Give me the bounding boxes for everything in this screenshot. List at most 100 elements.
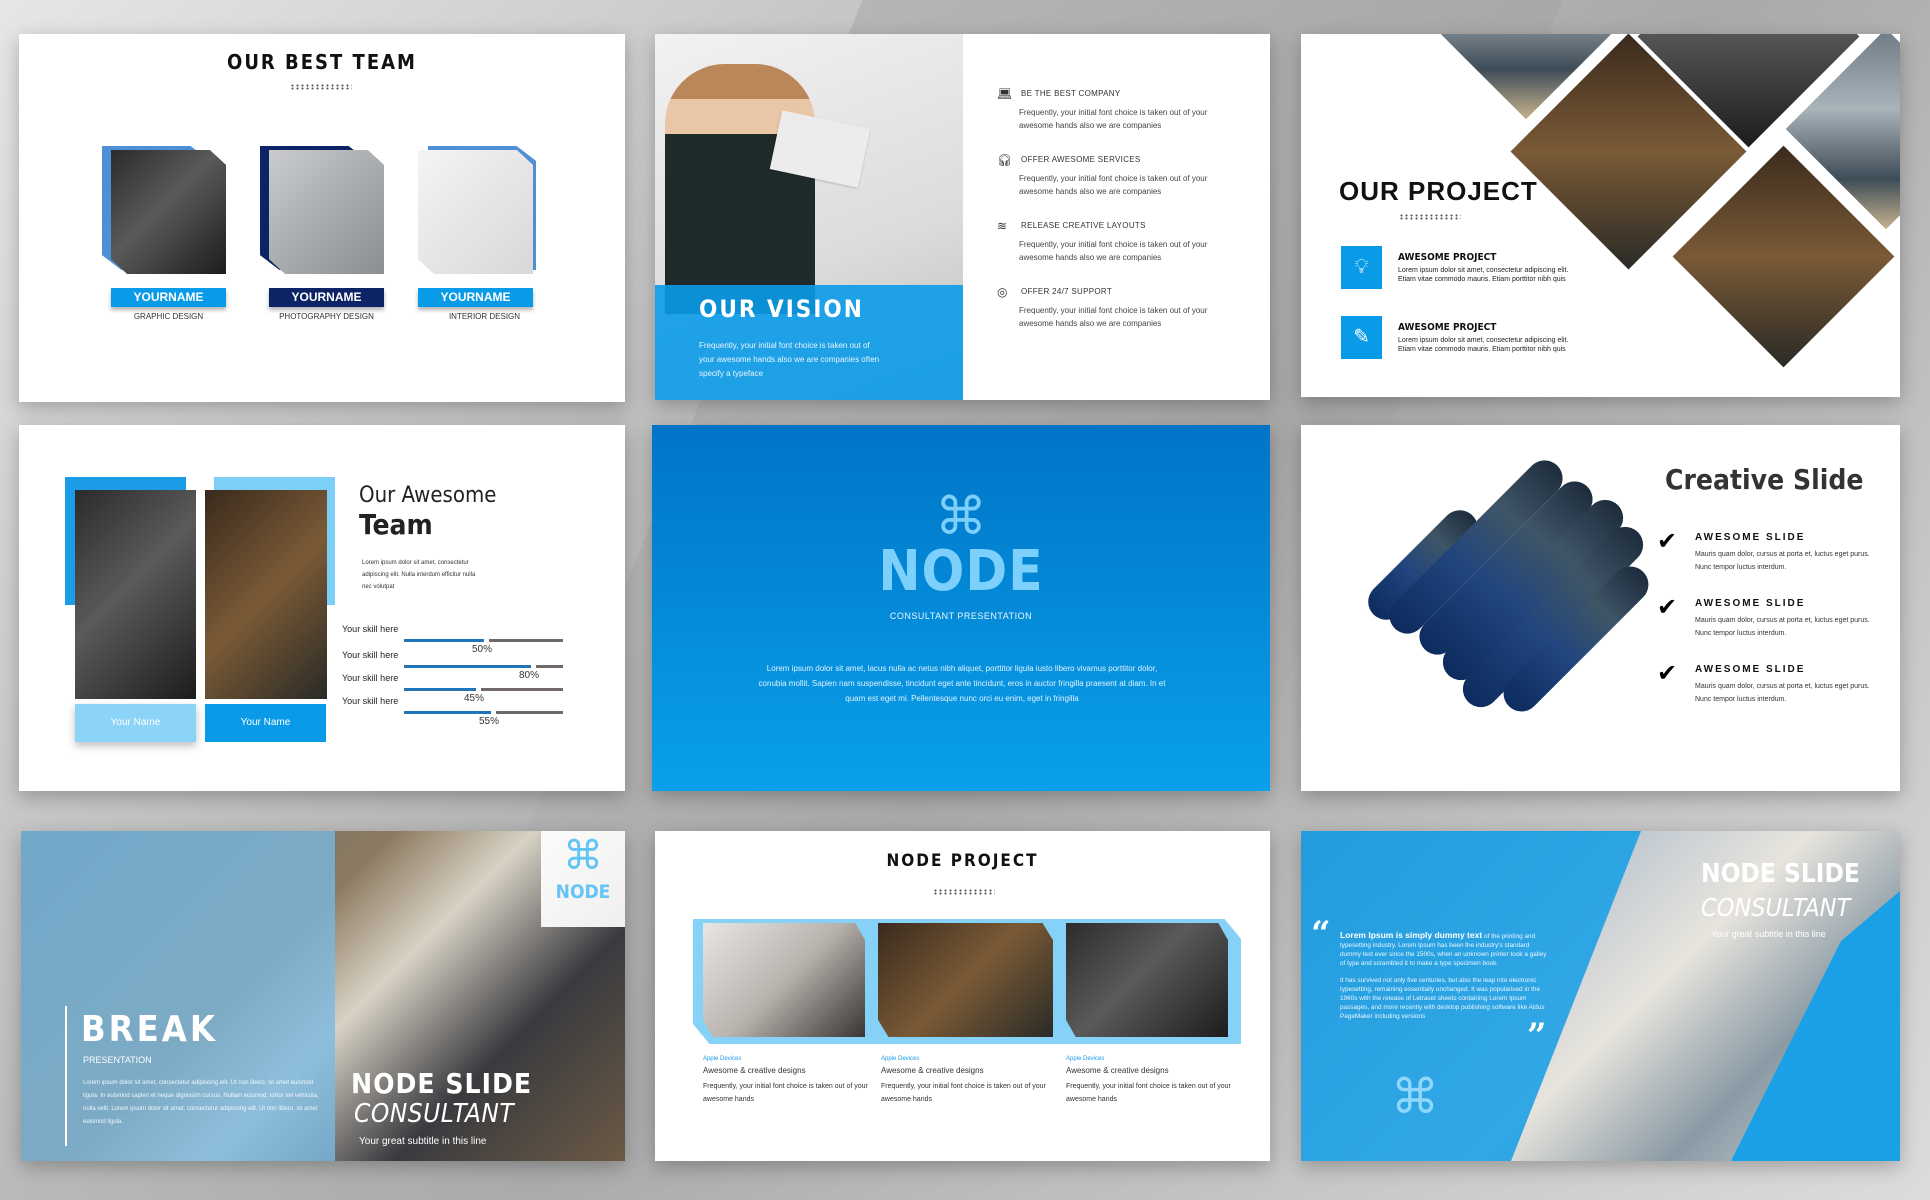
checklist-title: AWESOME SLIDE [1695,532,1806,543]
card-desc: Frequently, your initial font choice is … [881,1083,1046,1103]
dot-separator [1399,214,1461,220]
skill-label: Your skill here [342,624,399,634]
card-tag: Apple Devices [1066,1056,1105,1062]
laptop-icon: 💻︎ [997,87,1013,101]
checkmark-icon: ✔ [1657,660,1678,687]
project-card: Apple Devices Awesome & creative designs… [881,1056,1046,1106]
skill-label: Your skill here [342,673,399,683]
headline-tagline: Your great subtitle in this line [1711,929,1826,939]
project-item-desc: Lorem ipsum dolor sit amet, consectetur … [1398,337,1569,353]
lightbulb-icon: 💡︎ [1341,246,1382,289]
checklist-title: AWESOME SLIDE [1695,598,1806,609]
member-role: INTERIOR DESIGN [448,312,521,321]
lifebuoy-icon: ◎ [997,285,1008,299]
vision-body: Frequently, your initial font choice is … [699,341,880,378]
slide-our-project[interactable]: OUR PROJECT 💡︎ AWESOME PROJECT Lorem ips… [1301,34,1900,397]
skill-bar-remainder [481,688,563,691]
skill-bar-fill [404,665,531,668]
slide-node-cover[interactable]: ⌘ NODE CONSULTANT PRESENTATION Lorem ips… [652,425,1270,791]
feature-title: BE THE BEST COMPANY [1021,89,1121,98]
checklist-desc: Mauris quam dolor, cursus at porta et, l… [1695,617,1870,637]
headline-tagline: Your great subtitle in this line [359,1136,487,1147]
card-title: Awesome & creative designs [1066,1066,1169,1075]
feature-title: RELEASE CREATIVE LAYOUTS [1021,221,1146,230]
checklist-title: AWESOME SLIDE [1695,664,1806,675]
project-photo [878,923,1053,1037]
slide-our-vision[interactable]: OUR VISION Frequently, your initial font… [655,34,1270,400]
card-tag: Apple Devices [881,1056,920,1062]
headline-line-1: NODE SLIDE [351,1067,533,1100]
cover-subtitle: CONSULTANT PRESENTATION [889,611,1033,621]
headline-line-2: CONSULTANT [1701,893,1851,922]
quote-paragraph-2: It has survived not only five centuries,… [1340,977,1545,1020]
logo-text: NODE [555,881,611,903]
tools-icon: ✎ [1341,316,1382,359]
member-name: YOURNAME [269,288,384,307]
skill-bar-fill [404,639,484,642]
slide-our-best-team[interactable]: OUR BEST TEAM YOURNAME GRAPHIC DESIGN YO… [19,34,625,402]
slide-our-awesome-team[interactable]: Your Name Your Name Our Awesome Team Lor… [19,425,625,791]
slide-title: OUR BEST TEAM [227,50,417,74]
card-tag: Apple Devices [703,1056,742,1062]
skill-row: Your skill here 50% [342,624,582,655]
member-name: YOURNAME [111,288,226,307]
dot-separator [933,889,995,895]
skill-row: Your skill here 55% [342,696,582,727]
slide-break[interactable]: BREAK PRESENTATION Lorem ipsum dolor sit… [21,831,625,1161]
member-photo [418,150,533,274]
dot-separator [290,84,352,90]
skill-bar [404,665,563,668]
checklist-desc: Mauris quam dolor, cursus at porta et, l… [1695,683,1870,703]
team-description: Lorem ipsum dolor sit amet, consectetur … [362,560,476,590]
title-line-2: Team [359,508,433,541]
skill-bar-fill [404,711,491,714]
card-title: Awesome & creative designs [881,1066,984,1075]
skill-bar-remainder [536,665,563,668]
checklist-desc: Mauris quam dolor, cursus at porta et, l… [1695,551,1870,571]
skill-percent: 55% [479,716,500,727]
quote-lead: Lorem Ipsum is simply dummy text [1340,930,1483,940]
title-line-1: Our Awesome [359,483,497,508]
project-card: Apple Devices Awesome & creative designs… [1066,1056,1231,1106]
vision-banner: OUR VISION Frequently, your initial font… [655,285,963,400]
headphones-icon: 🎧︎ [997,153,1013,167]
checkmark-icon: ✔ [1657,594,1678,621]
project-photo [1066,923,1228,1037]
skill-bar-remainder [496,711,563,714]
headline-line-1: NODE SLIDE [1701,859,1860,889]
skill-label: Your skill here [342,696,399,706]
accent-line [65,1006,67,1146]
member-role: PHOTOGRAPHY DESIGN [279,312,374,321]
project-item-title: AWESOME PROJECT [1398,252,1497,263]
slide-creative[interactable]: Creative Slide ✔ AWESOME SLIDE Mauris qu… [1301,425,1900,791]
skill-bar [404,688,563,691]
open-quote-icon: “ [1311,914,1331,954]
project-photo [703,923,865,1037]
project-item-title: AWESOME PROJECT [1398,322,1497,333]
command-logo-icon: ⌘ [935,488,987,546]
member-photo [269,150,384,274]
node-logo: ⌘ NODE [541,831,625,927]
cover-title: NODE [878,539,1044,604]
layers-icon: ≋ [997,219,1008,233]
slide-title: OUR PROJECT [1339,176,1538,206]
skill-bar-fill [404,688,476,691]
card-desc: Frequently, your initial font choice is … [1066,1083,1231,1103]
slide-node-project[interactable]: NODE PROJECT Apple Devices Awesome & cre… [655,831,1270,1161]
feature-desc: Frequently, your initial font choice is … [1019,240,1208,262]
slide-consultant-quote[interactable]: “ Lorem Ipsum is simply dummy text of th… [1301,831,1900,1161]
skill-bar [404,639,563,642]
feature-desc: Frequently, your initial font choice is … [1019,108,1208,130]
headline-line-2: CONSULTANT [354,1099,515,1129]
feature-desc: Frequently, your initial font choice is … [1019,174,1208,196]
break-subtitle: PRESENTATION [83,1055,152,1065]
break-title: BREAK [81,1009,218,1050]
command-logo-icon: ⌘ [563,834,603,878]
project-item-desc: Lorem ipsum dolor sit amet, consectetur … [1398,267,1569,283]
feature-title: OFFER AWESOME SERVICES [1021,155,1141,164]
slide-title: Creative Slide [1665,463,1864,496]
checkmark-icon: ✔ [1657,528,1678,555]
skill-label: Your skill here [342,650,399,660]
vision-title: OUR VISION [699,295,864,323]
member-role: GRAPHIC DESIGN [133,312,204,321]
